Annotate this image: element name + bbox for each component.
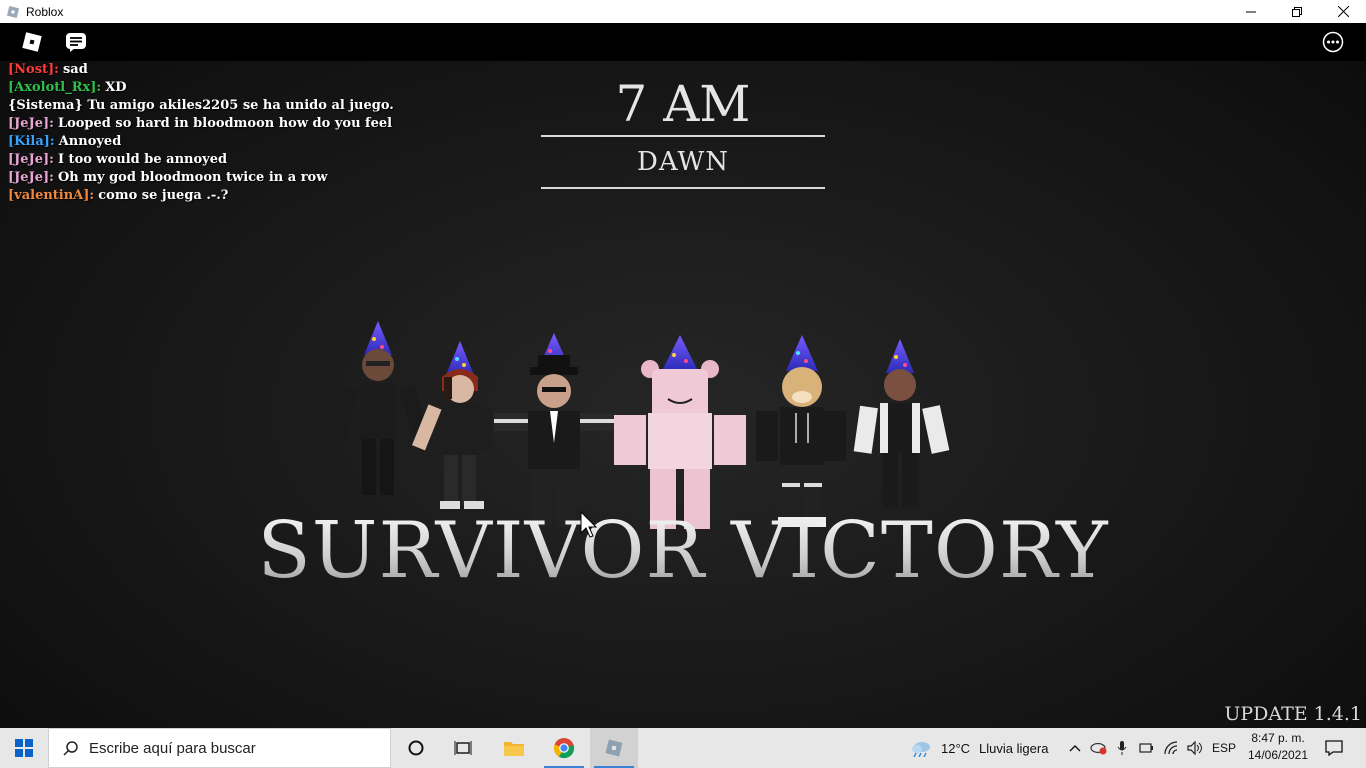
rain-cloud-icon [912, 742, 930, 757]
restore-button[interactable] [1274, 0, 1320, 23]
roblox-icon [605, 739, 623, 757]
power-plug-icon [1139, 743, 1153, 753]
chat-message: {Sistema} Tu amigo akiles2205 se ha unid… [8, 97, 488, 115]
onedrive-status[interactable] [1088, 728, 1108, 768]
language-indicator[interactable]: ESP [1208, 728, 1240, 768]
chat-message: [JeJe]: I too would be annoyed [8, 151, 488, 169]
phase-label: DAWN [636, 147, 730, 177]
chat-username[interactable]: [valentinA]: [8, 188, 94, 203]
chat-username[interactable]: [JeJe]: [8, 170, 54, 185]
survivor-victory-title: SURVIVOR VICTORY [0, 501, 1366, 601]
task-view-icon [454, 741, 472, 755]
cloud-error-icon [1090, 742, 1107, 755]
folder-icon [504, 742, 524, 756]
mouse-cursor-icon [580, 511, 598, 538]
character-avatar [756, 335, 846, 527]
chat-message: [valentinA]: como se juega .-.? [8, 187, 488, 205]
search-icon [63, 741, 78, 756]
wifi-icon [1164, 741, 1178, 755]
game-viewport[interactable]: [Nost]: sad [Axolotl_Rx]: XD {Sistema} Tu … [0, 23, 1366, 728]
divider-bottom [541, 187, 825, 189]
volume-control[interactable] [1184, 728, 1206, 768]
search-placeholder: Escribe aquí para buscar [89, 739, 256, 757]
close-button[interactable] [1320, 0, 1366, 23]
network-status[interactable] [1160, 728, 1182, 768]
microphone-icon [1117, 741, 1127, 755]
chat-message: [Nost]: sad [8, 61, 488, 79]
taskbar-roblox[interactable] [590, 728, 638, 768]
character-avatar [494, 333, 614, 527]
chrome-icon [553, 738, 575, 759]
show-hidden-icons-button[interactable] [1066, 728, 1084, 768]
chat-message: [Kila]: Annoyed [8, 133, 488, 151]
restore-icon [1292, 6, 1302, 17]
chat-username[interactable]: [Axolotl_Rx]: [8, 80, 101, 95]
microphone-status[interactable] [1112, 728, 1132, 768]
task-view-button[interactable] [440, 728, 486, 768]
taskbar-file-explorer[interactable] [490, 728, 538, 768]
notification-center-button[interactable] [1318, 728, 1350, 768]
character-avatar [614, 335, 746, 529]
window-title-bar: Roblox [0, 0, 1366, 23]
more-options-icon[interactable] [1322, 31, 1344, 53]
window-title: Roblox [26, 4, 64, 19]
speaker-icon [1187, 741, 1202, 755]
battery-status[interactable] [1136, 728, 1158, 768]
roblox-top-bar [0, 23, 1366, 61]
character-avatar [853, 339, 950, 507]
roblox-app-icon [6, 5, 20, 18]
version-label: UPDATE 1.4.1 [1224, 703, 1362, 725]
notification-icon [1325, 740, 1343, 756]
character-avatar [331, 321, 430, 495]
chat-username[interactable]: [Nost]: [8, 62, 59, 77]
weather-description: Lluvia ligera [979, 740, 1049, 756]
start-button[interactable] [0, 728, 48, 768]
chat-text: Looped so hard in bloodmoon how do you f… [57, 116, 393, 131]
character-avatar [412, 341, 492, 509]
taskbar-clock[interactable]: 8:47 p. m. 14/06/2021 [1244, 730, 1312, 764]
chat-text: sad [62, 62, 88, 77]
minimize-button[interactable] [1228, 0, 1274, 23]
weather-widget[interactable]: 12°C Lluvia ligera [910, 728, 1060, 768]
chat-text: Annoyed [58, 134, 122, 149]
chat-message: [JeJe]: Looped so hard in bloodmoon how d… [8, 115, 488, 133]
chat-text: I too would be annoyed [57, 152, 228, 167]
roblox-menu-icon[interactable] [21, 31, 43, 53]
chat-text: {Sistema} Tu amigo akiles2205 se ha unid… [8, 98, 394, 113]
windows-taskbar: Escribe aquí para buscar 12°C Lluvia lig… [0, 728, 1366, 768]
chat-username[interactable]: [JeJe]: [8, 152, 54, 167]
chat-username[interactable]: [Kila]: [8, 134, 55, 149]
cortana-icon [408, 740, 424, 756]
language-label: ESP [1211, 741, 1236, 755]
clock-date: 14/06/2021 [1247, 748, 1309, 762]
close-icon [1337, 6, 1349, 17]
chat-text: Oh my god bloodmoon twice in a row [57, 170, 328, 185]
minimize-icon [1246, 11, 1256, 12]
chat-text: como se juega .-.? [98, 188, 229, 203]
taskbar-chrome[interactable] [540, 728, 588, 768]
time-of-day-panel: 7 AM DAWN [541, 71, 825, 189]
windows-logo-icon [15, 739, 33, 757]
chat-message: [Axolotl_Rx]: XD [8, 79, 488, 97]
chat-username[interactable]: [JeJe]: [8, 116, 54, 131]
chevron-up-icon [1069, 745, 1081, 752]
chat-message: [JeJe]: Oh my god bloodmoon twice in a ro… [8, 169, 488, 187]
chat-text: XD [105, 80, 127, 95]
weather-temperature: 12°C [941, 740, 971, 756]
cortana-button[interactable] [393, 728, 439, 768]
chat-toggle-icon[interactable] [65, 31, 87, 53]
taskbar-search-box[interactable]: Escribe aquí para buscar [48, 728, 391, 768]
clock-time: 8:47 p. m. [1251, 731, 1305, 745]
hour-label: 7 AM [615, 75, 751, 133]
chat-log: [Nost]: sad [Axolotl_Rx]: XD {Sistema} Tu … [8, 61, 488, 205]
